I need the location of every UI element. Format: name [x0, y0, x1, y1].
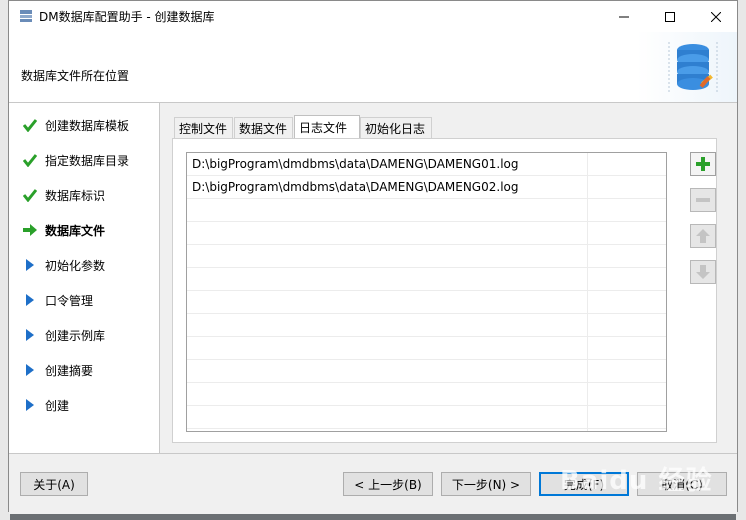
watermark: Baidu 经验	[560, 466, 713, 496]
triangle-right-icon	[23, 258, 37, 272]
wizard-header: 数据库文件所在位置	[9, 32, 737, 103]
step-password: 口令管理	[9, 290, 93, 310]
step-create: 创建	[9, 395, 69, 415]
remove-file-button[interactable]	[690, 188, 716, 212]
step-db-directory: 指定数据库目录	[9, 150, 129, 170]
table-row-empty	[187, 360, 666, 383]
config-wizard-window: DM数据库配置助手 - 创建数据库 数据库文件所在位置 创建数据库模板 指定数据…	[8, 0, 738, 514]
close-icon	[711, 11, 721, 22]
table-row-empty	[187, 268, 666, 291]
prev-button[interactable]: < 上一步(B)	[343, 472, 433, 496]
log-files-table: D:\bigProgram\dmdbms\data\DAMENG\DAMENG0…	[186, 152, 667, 432]
tab-init-log[interactable]: 初始化日志	[360, 117, 432, 139]
arrow-down-icon	[696, 265, 710, 279]
step-label: 创建	[45, 398, 70, 413]
table-row-empty	[187, 222, 666, 245]
triangle-right-icon	[23, 293, 37, 307]
step-create-template: 创建数据库模板	[9, 115, 129, 135]
check-icon	[23, 118, 37, 132]
step-db-identity: 数据库标识	[9, 185, 105, 205]
table-row-empty	[187, 291, 666, 314]
triangle-right-icon	[23, 398, 37, 412]
step-sample-db: 创建示例库	[9, 325, 105, 345]
step-label: 创建摘要	[45, 363, 94, 378]
tab-log-files[interactable]: 日志文件	[294, 115, 360, 139]
title-bar: DM数据库配置助手 - 创建数据库	[9, 1, 737, 32]
step-label: 口令管理	[45, 293, 94, 308]
steps-sidebar: 创建数据库模板 指定数据库目录 数据库标识 数据库文件 初始化参数 口令管理 创…	[9, 103, 160, 453]
arrow-right-icon	[23, 223, 37, 237]
table-row-empty	[187, 383, 666, 406]
step-label: 创建示例库	[45, 328, 106, 343]
content-area: 控制文件 数据文件 日志文件 初始化日志 D:\bigProgram\dmdbm…	[160, 103, 737, 453]
table-row[interactable]: D:\bigProgram\dmdbms\data\DAMENG\DAMENG0…	[187, 176, 666, 199]
step-init-params: 初始化参数	[9, 255, 105, 275]
tab-control-files[interactable]: 控制文件	[174, 117, 233, 139]
log-file-path[interactable]: D:\bigProgram\dmdbms\data\DAMENG\DAMENG0…	[192, 180, 518, 194]
triangle-right-icon	[23, 363, 37, 377]
move-up-button[interactable]	[690, 224, 716, 248]
log-files-panel: D:\bigProgram\dmdbms\data\DAMENG\DAMENG0…	[172, 138, 717, 443]
table-row-empty	[187, 337, 666, 360]
tab-data-files[interactable]: 数据文件	[234, 117, 293, 139]
minimize-button[interactable]	[601, 1, 647, 32]
log-file-path[interactable]: D:\bigProgram\dmdbms\data\DAMENG\DAMENG0…	[192, 157, 518, 171]
app-icon	[20, 10, 32, 22]
window-title: DM数据库配置助手 - 创建数据库	[39, 10, 215, 24]
triangle-right-icon	[23, 328, 37, 342]
minus-icon	[696, 198, 710, 202]
table-row-empty	[187, 245, 666, 268]
header-title: 数据库文件所在位置	[21, 69, 130, 83]
next-button[interactable]: 下一步(N) >	[441, 472, 531, 496]
add-file-button[interactable]	[690, 152, 716, 176]
maximize-button[interactable]	[647, 1, 693, 32]
step-db-files: 数据库文件	[9, 220, 105, 240]
database-settings-icon	[668, 42, 718, 92]
step-label: 指定数据库目录	[45, 153, 130, 168]
about-button[interactable]: 关于(A)	[20, 472, 88, 496]
table-row-empty	[187, 314, 666, 337]
step-label: 初始化参数	[45, 258, 106, 273]
table-row-empty	[187, 406, 666, 429]
plus-icon	[696, 157, 710, 171]
table-row[interactable]: D:\bigProgram\dmdbms\data\DAMENG\DAMENG0…	[187, 153, 666, 176]
maximize-icon	[665, 11, 675, 22]
check-icon	[23, 153, 37, 167]
table-row-empty	[187, 199, 666, 222]
close-button[interactable]	[693, 1, 739, 32]
step-summary: 创建摘要	[9, 360, 93, 380]
step-label: 数据库文件	[45, 223, 106, 238]
minimize-icon	[619, 16, 629, 17]
step-label: 数据库标识	[45, 188, 106, 203]
arrow-up-icon	[696, 229, 710, 243]
check-icon	[23, 188, 37, 202]
move-down-button[interactable]	[690, 260, 716, 284]
step-label: 创建数据库模板	[45, 118, 130, 133]
